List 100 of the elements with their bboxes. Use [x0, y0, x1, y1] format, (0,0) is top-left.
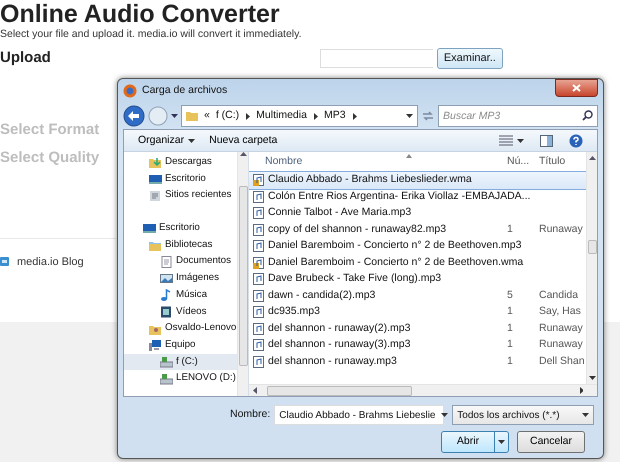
file-type-dropdown[interactable]: Todos los archivos (*.*): [452, 405, 594, 425]
address-bar[interactable]: « f (C:) Multimedia MP3: [181, 105, 418, 127]
open-button[interactable]: Abrir: [441, 431, 509, 453]
blog-link[interactable]: media.io Blog: [17, 254, 84, 270]
file-row[interactable]: Colón Entre Rios Argentina- Erika Viollaz -EMBAJADA...: [249, 188, 586, 205]
file-row[interactable]: del shannon - runaway.mp3 1 Dell Shan: [249, 354, 586, 370]
recent-icon: [149, 190, 162, 202]
file-row[interactable]: del shannon - runaway(2).mp3 1 Runaway: [249, 320, 586, 337]
drive-icon: [160, 356, 173, 368]
file-name: Dave Brubeck - Take Five (long).mp3: [268, 271, 442, 286]
nav-item[interactable]: Osvaldo-Lenovo: [124, 320, 237, 337]
dropdown-caret-icon: [582, 413, 589, 417]
table-cell: 1: [507, 322, 513, 334]
sort-arrow-icon: [406, 154, 412, 158]
file-name: Daniel Baremboim - Concierto n° 2 de Beethoven.mp3: [268, 238, 522, 254]
folder-icon: [186, 110, 198, 122]
music-icon: [160, 289, 173, 302]
new-folder-button[interactable]: Nueva carpeta: [209, 132, 278, 148]
file-name: del shannon - runaway.mp3: [268, 354, 397, 369]
audio-file-icon: [253, 240, 264, 252]
audio-file-icon: [253, 306, 264, 318]
file-name: del shannon - runaway(2).mp3: [268, 320, 410, 336]
file-path-field[interactable]: [320, 48, 433, 68]
chevron-icon: [352, 112, 357, 120]
file-row[interactable]: dc935.mp3 1 Say, Has: [249, 304, 586, 320]
close-icon: [572, 84, 581, 92]
desktop-icon: [149, 173, 162, 186]
audio-file-icon: [253, 339, 264, 352]
view-button[interactable]: [499, 135, 524, 146]
file-row[interactable]: Daniel Baremboim - Concierto n° 2 de Beethoven.mp3: [249, 238, 586, 254]
nav-item[interactable]: Imágenes: [124, 270, 237, 287]
file-row[interactable]: copy of del shannon - runaway82.mp3 1 Runaway: [249, 222, 586, 238]
breadcrumb-item[interactable]: «: [204, 108, 210, 124]
scrollbar-thumb[interactable]: [588, 240, 596, 254]
table-cell: Say, Has: [539, 305, 581, 318]
nav-item[interactable]: Bibliotecas: [124, 236, 237, 254]
audio-file-icon: [253, 290, 264, 302]
nav-item[interactable]: Sitios recientes: [124, 187, 237, 204]
section-heading: Select Quality: [0, 148, 100, 168]
nav-item[interactable]: Vídeos: [124, 304, 237, 320]
file-row[interactable]: Dave Brubeck - Take Five (long).mp3: [249, 271, 586, 288]
help-button[interactable]: [569, 134, 583, 148]
nav-item[interactable]: f (C:): [124, 354, 237, 370]
nav-item[interactable]: Escritorio: [124, 220, 237, 237]
blog-icon: [0, 257, 9, 266]
breadcrumb-item[interactable]: f (C:): [216, 108, 240, 124]
file-row[interactable]: Claudio Abbado - Brahms Liebeslieder.wma: [249, 172, 586, 188]
file-row[interactable]: dawn - candida(2).mp3 5 Candida: [249, 288, 586, 304]
table-cell: 1: [507, 338, 513, 350]
drive-icon: [160, 372, 173, 385]
computer-icon: [149, 339, 162, 352]
table-cell: Runaway: [539, 222, 583, 235]
preview-pane-button[interactable]: [540, 134, 553, 146]
breadcrumb-item[interactable]: MP3: [324, 108, 346, 124]
search-field[interactable]: Buscar MP3: [438, 105, 598, 127]
page-title: Online Audio Converter: [0, 0, 280, 28]
file-name: dc935.mp3: [268, 304, 320, 320]
nav-item[interactable]: Equipo: [124, 336, 237, 354]
nav-item[interactable]: Documentos: [124, 253, 237, 270]
dropdown-caret-icon: [441, 413, 448, 417]
forward-circle-icon: [148, 106, 168, 126]
table-cell: Runaway: [539, 338, 583, 350]
window-title: Carga de archivos: [142, 83, 228, 98]
pictures-icon: [160, 272, 173, 284]
libraries-icon: [149, 239, 162, 252]
file-row[interactable]: Connie Talbot - Ave Maria.mp3: [249, 205, 586, 222]
breadcrumb-item[interactable]: Multimedia: [256, 108, 307, 124]
audio-file-icon: [253, 224, 264, 236]
audio-file-icon: [253, 190, 264, 203]
refresh-button[interactable]: [421, 110, 435, 122]
nav-item[interactable]: Escritorio: [124, 170, 237, 188]
nav-item[interactable]: LENOVO (D:): [124, 370, 237, 387]
back-button[interactable]: [123, 105, 145, 127]
table-cell: Runaway: [539, 322, 583, 334]
scrollbar-thumb[interactable]: [267, 386, 412, 396]
browse-button[interactable]: Examinar..: [436, 48, 503, 69]
table-cell: 1: [507, 222, 513, 235]
organize-button[interactable]: Organizar: [138, 132, 196, 148]
column-header[interactable]: Nú...: [501, 154, 539, 170]
file-row[interactable]: Daniel Baremboim - Concierto n° 2 de Beethoven.wma: [249, 254, 586, 271]
file-name: Claudio Abbado - Brahms Liebeslieder.wma: [268, 172, 472, 188]
cancel-button[interactable]: Cancelar: [517, 431, 585, 453]
column-header[interactable]: Nombre: [249, 154, 501, 170]
scrollbar-thumb[interactable]: [238, 186, 248, 366]
refresh-icon: [421, 110, 435, 122]
field-label: Nombre:: [230, 407, 270, 422]
nav-item[interactable]: Descargas: [124, 154, 237, 171]
table-cell: 1: [507, 305, 513, 318]
dropdown-caret-icon: [406, 114, 413, 118]
file-row[interactable]: del shannon - runaway(3).mp3 1 Runaway: [249, 337, 586, 354]
dropdown-caret-icon: [498, 440, 505, 444]
desktop-icon: [143, 222, 156, 234]
wma-file-icon: [253, 256, 264, 269]
list-view-icon: [499, 135, 513, 146]
column-header[interactable]: Título: [539, 154, 585, 170]
close-button[interactable]: [555, 79, 598, 97]
nav-item[interactable]: Música: [124, 286, 237, 304]
table-cell: Candida: [539, 288, 578, 301]
file-name: copy of del shannon - runaway82.mp3: [268, 222, 446, 237]
section-heading: Select Format: [0, 120, 100, 140]
